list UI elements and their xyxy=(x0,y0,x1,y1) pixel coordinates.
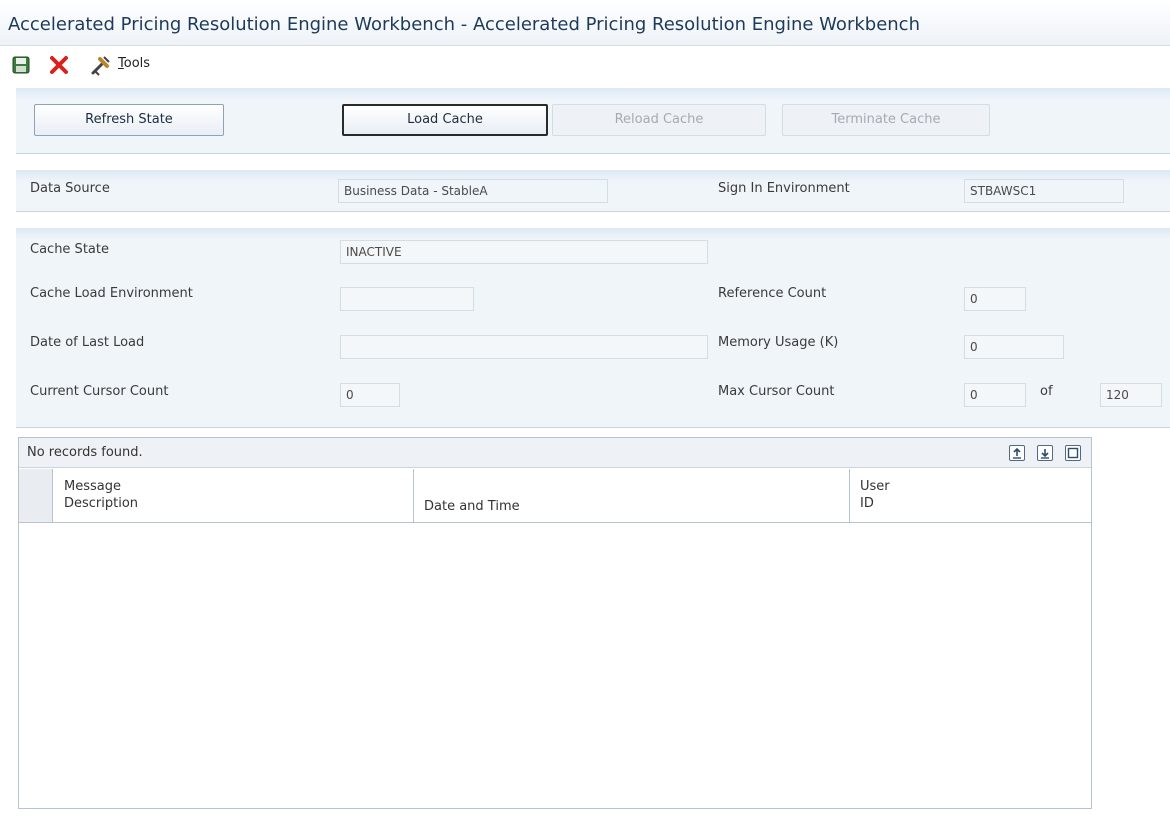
sign-in-environment-field: STBAWSC1 xyxy=(964,179,1124,203)
current-cursor-count-field: 0 xyxy=(340,383,400,407)
column-header-line: Message xyxy=(64,479,121,494)
maximize-grid-icon[interactable] xyxy=(1065,445,1081,461)
date-of-last-load-field xyxy=(340,335,708,359)
toolbar: Tools xyxy=(0,46,1170,82)
data-source-panel: Data Source Business Data - StableA Sign… xyxy=(16,170,1170,212)
cache-load-environment-label: Cache Load Environment xyxy=(30,286,193,301)
refresh-state-button[interactable]: Refresh State xyxy=(34,104,224,136)
cache-details-panel: Cache State INACTIVE Cache Load Environm… xyxy=(16,228,1170,428)
grid-toolbar: No records found. xyxy=(19,438,1091,468)
reload-cache-button: Reload Cache xyxy=(552,104,766,136)
title-bar: Accelerated Pricing Resolution Engine Wo… xyxy=(0,0,1170,46)
row-selector-header[interactable] xyxy=(19,469,53,522)
window-title: Accelerated Pricing Resolution Engine Wo… xyxy=(8,14,920,35)
close-icon[interactable] xyxy=(48,54,70,76)
cache-state-field: INACTIVE xyxy=(340,240,708,264)
import-icon[interactable] xyxy=(1037,445,1053,461)
column-header-line: Description xyxy=(64,496,139,511)
current-cursor-count-label: Current Cursor Count xyxy=(30,384,169,399)
cache-state-label: Cache State xyxy=(30,242,109,257)
save-icon[interactable] xyxy=(10,54,32,76)
column-header-message-description[interactable]: Message Description xyxy=(54,469,414,522)
data-source-field: Business Data - StableA xyxy=(338,179,608,203)
tools-label: ools xyxy=(123,56,151,71)
max-cursor-count-label: Max Cursor Count xyxy=(718,384,835,399)
tools-menu[interactable]: Tools xyxy=(118,56,150,71)
column-header-line: ID xyxy=(860,496,874,511)
grid-status: No records found. xyxy=(27,445,143,460)
of-label: of xyxy=(1040,384,1053,399)
reference-count-label: Reference Count xyxy=(718,286,827,301)
tools-icon[interactable] xyxy=(90,54,112,76)
terminate-cache-button: Terminate Cache xyxy=(782,104,990,136)
export-icon[interactable] xyxy=(1009,445,1025,461)
action-panel: Refresh State Load Cache Reload Cache Te… xyxy=(16,88,1170,154)
messages-grid: No records found. Message Description Da… xyxy=(18,437,1092,809)
column-header-line: Date and Time xyxy=(424,499,520,514)
max-cursor-total-field: 120 xyxy=(1100,383,1162,407)
cache-load-environment-field xyxy=(340,287,474,311)
column-header-line: User xyxy=(860,479,890,494)
column-header-user-id[interactable]: User ID xyxy=(850,469,1091,522)
reference-count-field: 0 xyxy=(964,287,1026,311)
max-cursor-count-field: 0 xyxy=(964,383,1026,407)
memory-usage-label: Memory Usage (K) xyxy=(718,335,839,350)
data-source-label: Data Source xyxy=(30,181,110,196)
grid-column-headers: Message Description Date and Time User I… xyxy=(19,469,1091,523)
sign-in-environment-label: Sign In Environment xyxy=(718,181,850,196)
memory-usage-field: 0 xyxy=(964,335,1064,359)
date-of-last-load-label: Date of Last Load xyxy=(30,335,145,350)
load-cache-button[interactable]: Load Cache xyxy=(342,104,548,136)
column-header-date-and-time[interactable]: Date and Time xyxy=(414,469,850,522)
